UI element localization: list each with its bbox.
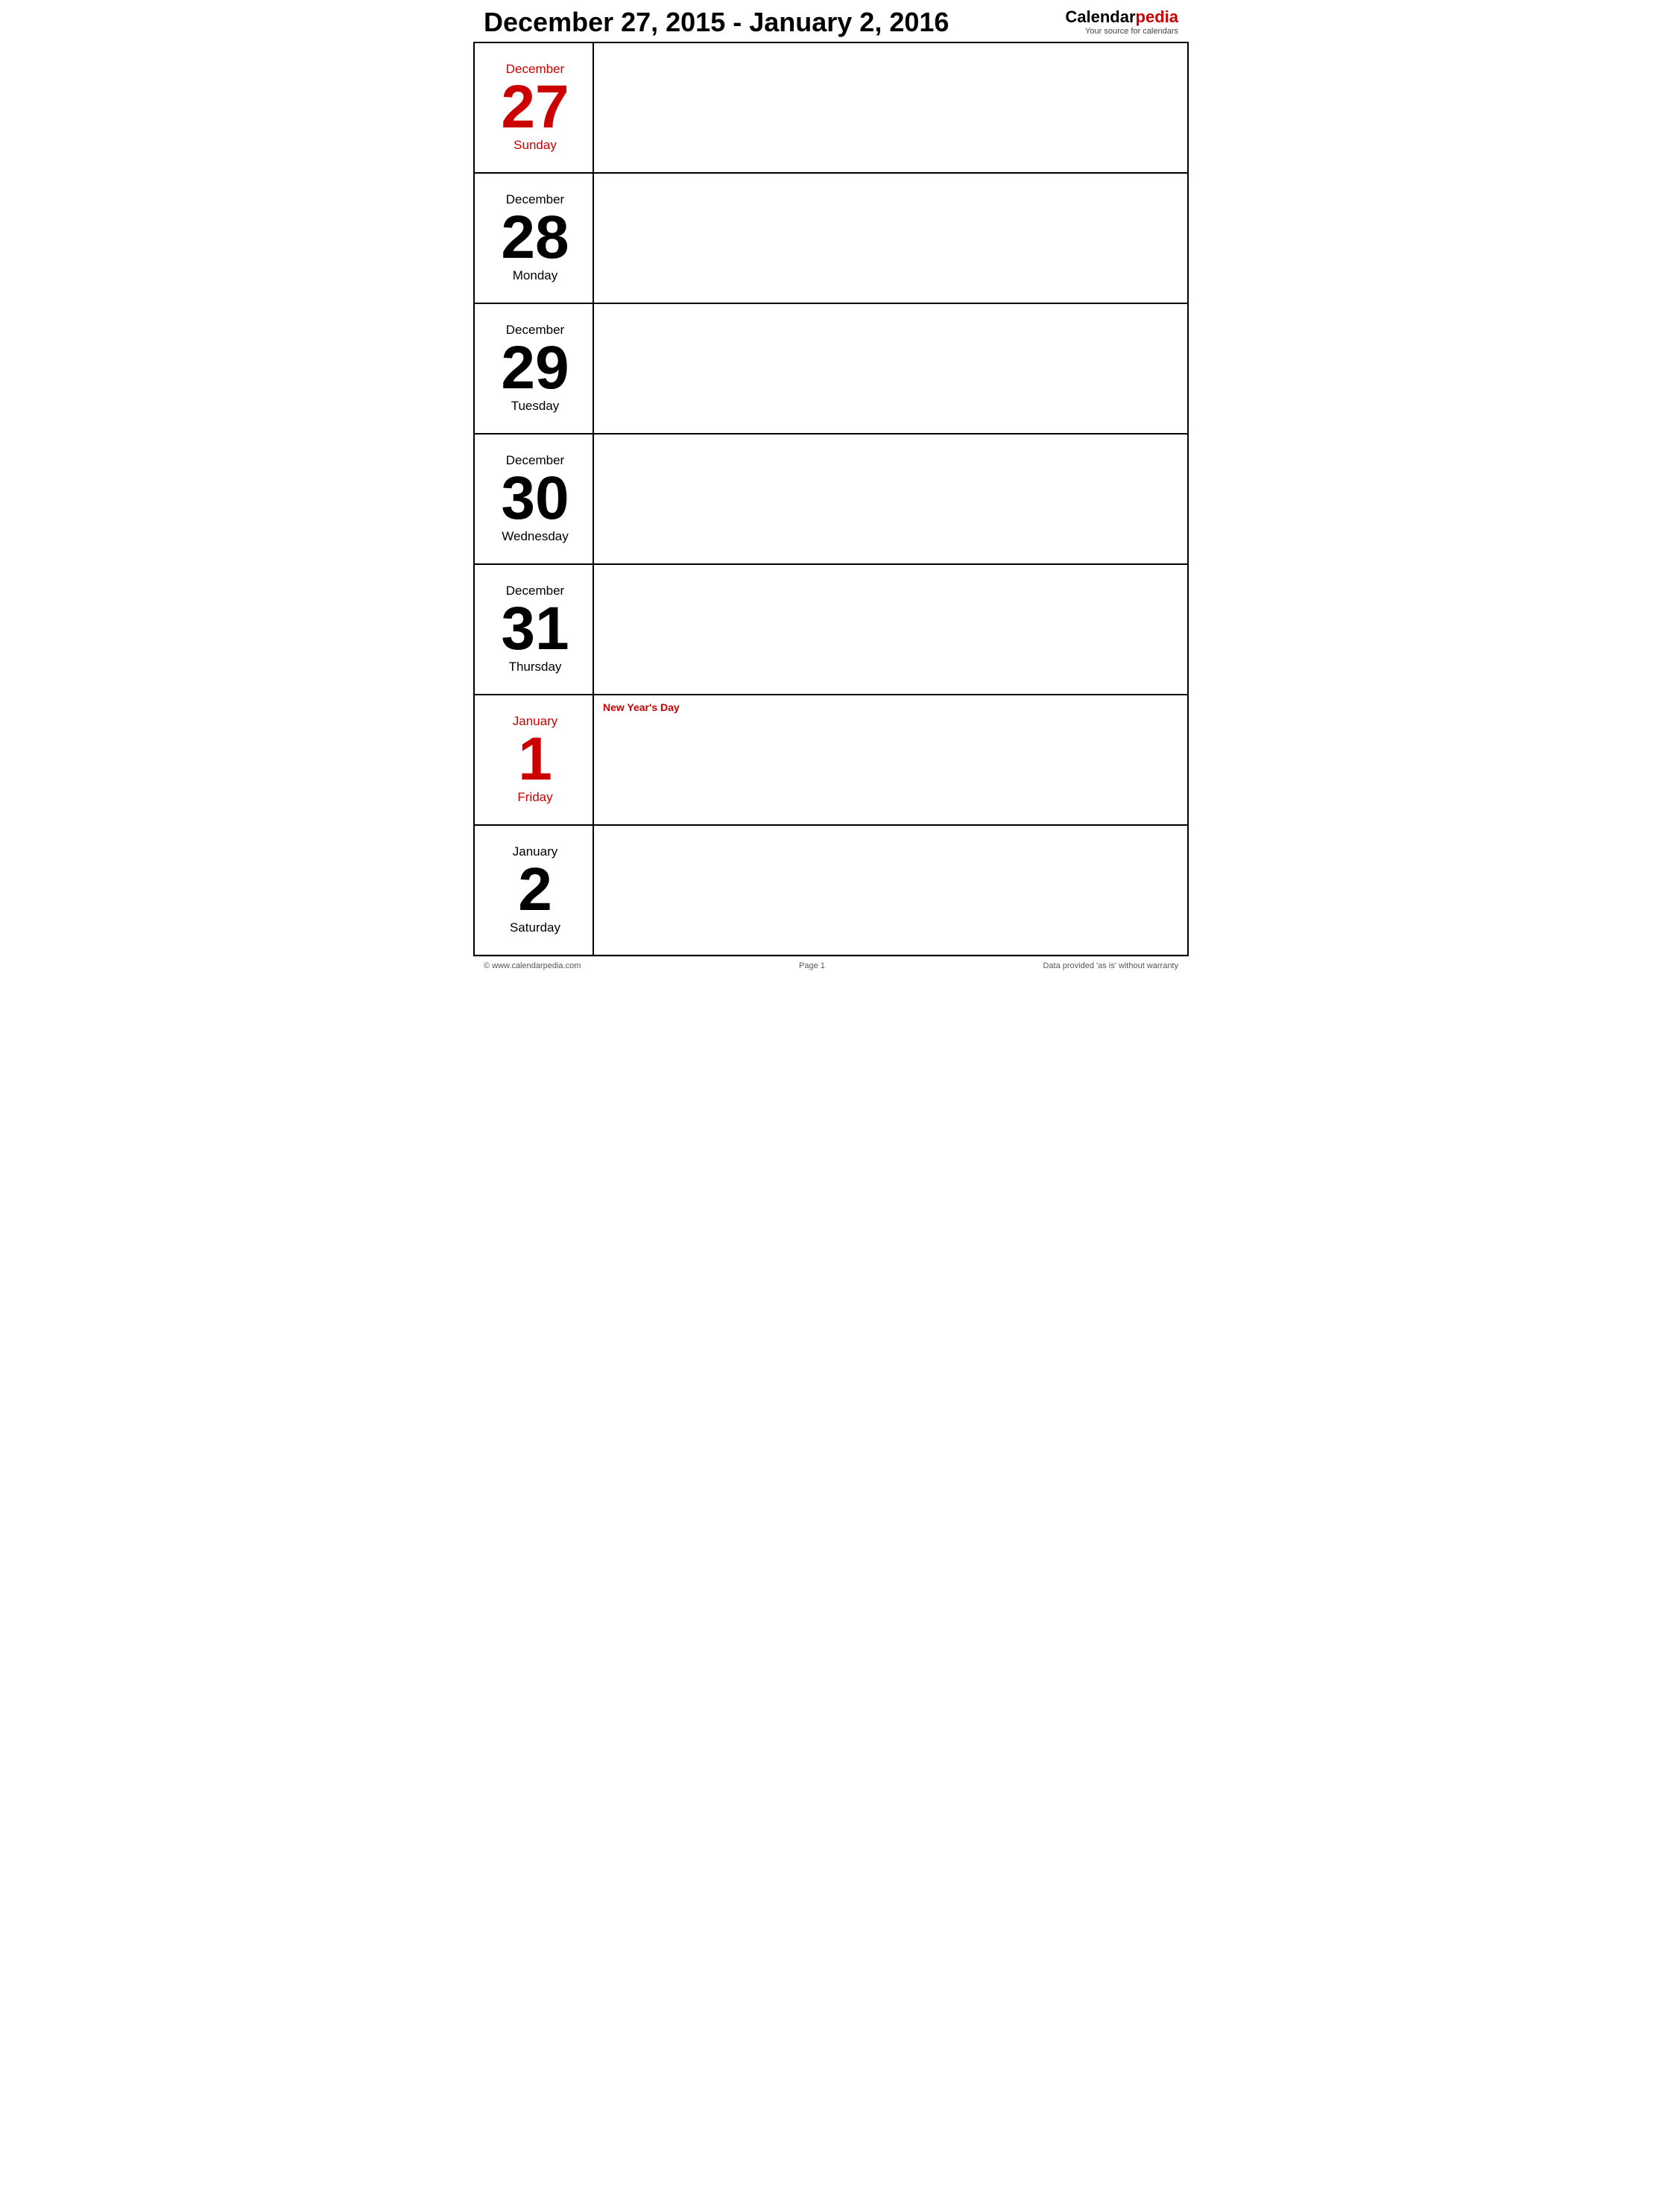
- footer-disclaimer: Data provided 'as is' without warranty: [1043, 961, 1178, 970]
- day-number-1: 28: [501, 207, 569, 268]
- day-content-2: [594, 304, 1187, 433]
- day-row: December 31 Thursday: [475, 565, 1187, 695]
- day-content-3: [594, 434, 1187, 563]
- calendar-grid: December 27 Sunday December 28 Monday De…: [473, 42, 1189, 956]
- logo-name: Calendarpedia: [1065, 7, 1178, 27]
- day-label-5: January 1 Friday: [475, 695, 594, 824]
- day-row: December 29 Tuesday: [475, 304, 1187, 434]
- logo-calendar-text: Calendar: [1065, 7, 1135, 26]
- footer-page: Page 1: [799, 961, 825, 970]
- day-label-6: January 2 Saturday: [475, 826, 594, 955]
- day-name-3: Wednesday: [502, 529, 568, 544]
- day-number-4: 31: [501, 598, 569, 660]
- day-label-1: December 28 Monday: [475, 174, 594, 303]
- day-row: January 1 Friday New Year's Day: [475, 695, 1187, 826]
- day-name-1: Monday: [513, 268, 557, 283]
- logo-tagline: Your source for calendars: [1065, 27, 1178, 36]
- day-content-0: [594, 43, 1187, 172]
- day-content-6: [594, 826, 1187, 955]
- day-row: January 2 Saturday: [475, 826, 1187, 956]
- page: December 27, 2015 - January 2, 2016 Cale…: [473, 0, 1189, 975]
- day-number-5: 1: [518, 729, 552, 790]
- day-content-4: [594, 565, 1187, 694]
- header: December 27, 2015 - January 2, 2016 Cale…: [473, 0, 1189, 42]
- logo-pedia-text: pedia: [1136, 7, 1178, 26]
- footer: © www.calendarpedia.com Page 1 Data prov…: [473, 956, 1189, 975]
- day-row: December 28 Monday: [475, 174, 1187, 304]
- footer-copyright: © www.calendarpedia.com: [484, 961, 581, 970]
- day-label-0: December 27 Sunday: [475, 43, 594, 172]
- day-name-0: Sunday: [514, 138, 557, 153]
- logo: Calendarpedia Your source for calendars: [1065, 7, 1178, 36]
- day-name-5: Friday: [517, 790, 552, 805]
- day-content-5: New Year's Day: [594, 695, 1187, 824]
- day-name-2: Tuesday: [511, 399, 560, 414]
- day-row: December 27 Sunday: [475, 43, 1187, 174]
- day-name-4: Thursday: [509, 660, 562, 674]
- day-content-1: [594, 174, 1187, 303]
- day-label-2: December 29 Tuesday: [475, 304, 594, 433]
- day-label-4: December 31 Thursday: [475, 565, 594, 694]
- day-row: December 30 Wednesday: [475, 434, 1187, 565]
- day-number-3: 30: [501, 468, 569, 529]
- day-name-6: Saturday: [510, 920, 560, 935]
- event-label-5: New Year's Day: [603, 701, 1178, 713]
- day-number-6: 2: [518, 859, 552, 920]
- day-label-3: December 30 Wednesday: [475, 434, 594, 563]
- day-number-0: 27: [501, 77, 569, 138]
- page-title: December 27, 2015 - January 2, 2016: [484, 7, 949, 37]
- day-number-2: 29: [501, 338, 569, 399]
